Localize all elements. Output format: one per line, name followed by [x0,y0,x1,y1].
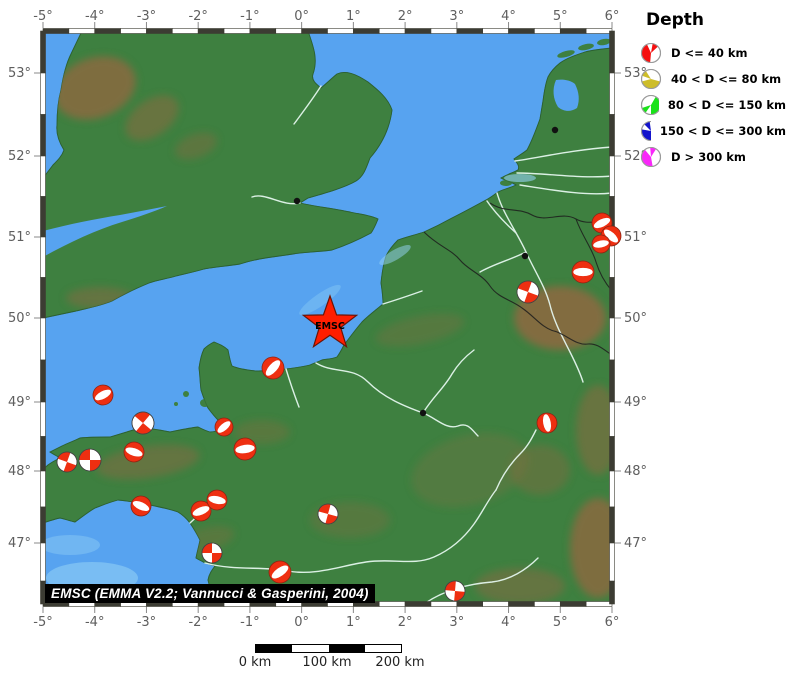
legend-item-label: D > 300 km [671,150,746,164]
lon-tick-label: 5° [553,9,568,24]
lon-tick-label: 4° [501,615,516,630]
lat-tick-label: 50° [624,311,647,326]
lon-tick-label: 0° [294,9,309,24]
lon-tick-label: -2° [188,615,207,630]
beachball-icon-magenta [640,146,662,168]
beachball-icon-green [640,94,659,116]
lon-tick-label: 1° [346,9,361,24]
scale-segment [365,645,401,652]
lon-tick-label: -4° [85,615,104,630]
lon-tick-label: -3° [137,9,156,24]
focal-mechanism-beachball [202,543,222,563]
legend-item-label: 150 < D <= 300 km [660,124,786,138]
scale-segment [292,645,328,652]
lat-tick-label: 49° [8,395,31,410]
focal-mechanism-beachball [572,261,594,283]
star-label: EMSC [315,321,345,332]
lat-tick-label: 51° [8,230,31,245]
lat-tick-label: 50° [8,311,31,326]
scale-bar-segments [255,644,402,653]
lat-tick-label: 47° [624,536,647,551]
legend-item-label: D <= 40 km [671,46,747,60]
scale-label-0: 0 km [239,655,272,670]
city-dot [522,253,528,259]
lon-tick-label: -3° [137,615,156,630]
scale-label-100: 100 km [302,655,351,670]
beachball-icon-red [640,42,662,64]
lon-tick-label: -5° [33,615,52,630]
map-scale-bar: 0 km 100 km 200 km [243,640,433,672]
scale-segment [256,645,292,652]
depth-legend: Depth D <= 40 km 40 < D <= 80 km 80 < D … [640,6,786,170]
city-dot [420,410,426,416]
legend-item-depth-4: D > 300 km [640,144,786,170]
legend-item-depth-2: 80 < D <= 150 km [640,92,786,118]
lon-tick-label: 3° [449,9,464,24]
lat-tick-label: 52° [8,149,31,164]
lat-tick-label: 51° [624,230,647,245]
credit-attribution: EMSC (EMMA V2.2; Vannucci & Gasperini, 2… [45,584,375,603]
beachball-icon-yellow [640,68,662,90]
city-dot [294,198,300,204]
lon-tick-label: -1° [240,9,259,24]
legend-item-label: 40 < D <= 80 km [671,72,781,86]
lat-tick-label: 48° [624,464,647,479]
lon-tick-label: 0° [294,615,309,630]
lon-tick-label: 2° [398,615,413,630]
legend-item-depth-3: 150 < D <= 300 km [640,118,786,144]
city-dot [552,127,558,133]
lat-tick-label: 53° [8,66,31,81]
lon-tick-label: -2° [188,9,207,24]
scale-label-200: 200 km [375,655,424,670]
lon-tick-label: 4° [501,9,516,24]
lat-tick-label: 49° [624,395,647,410]
legend-item-label: 80 < D <= 150 km [668,98,786,112]
lat-tick-label: 47° [8,536,31,551]
focal-mechanism-beachball [79,449,101,471]
lat-tick-label: 48° [8,464,31,479]
lon-tick-label: 2° [398,9,413,24]
lon-tick-label: 6° [605,9,620,24]
lon-tick-label: 5° [553,615,568,630]
legend-item-depth-0: D <= 40 km [640,40,786,66]
legend-title: Depth [646,10,786,30]
lon-tick-label: 6° [605,615,620,630]
lon-tick-label: -5° [33,9,52,24]
lon-tick-label: -4° [85,9,104,24]
lon-tick-label: -1° [240,615,259,630]
beachball-icon-blue [640,120,651,142]
lon-tick-label: 3° [449,615,464,630]
legend-item-depth-1: 40 < D <= 80 km [640,66,786,92]
emsc-map-page: -5° -5° -4° -4° -3° -3° -2° -2° -1° -1° 0° 0° 1° 1° 2°… [0,0,787,676]
scale-segment [329,645,365,652]
lon-tick-label: 1° [346,615,361,630]
